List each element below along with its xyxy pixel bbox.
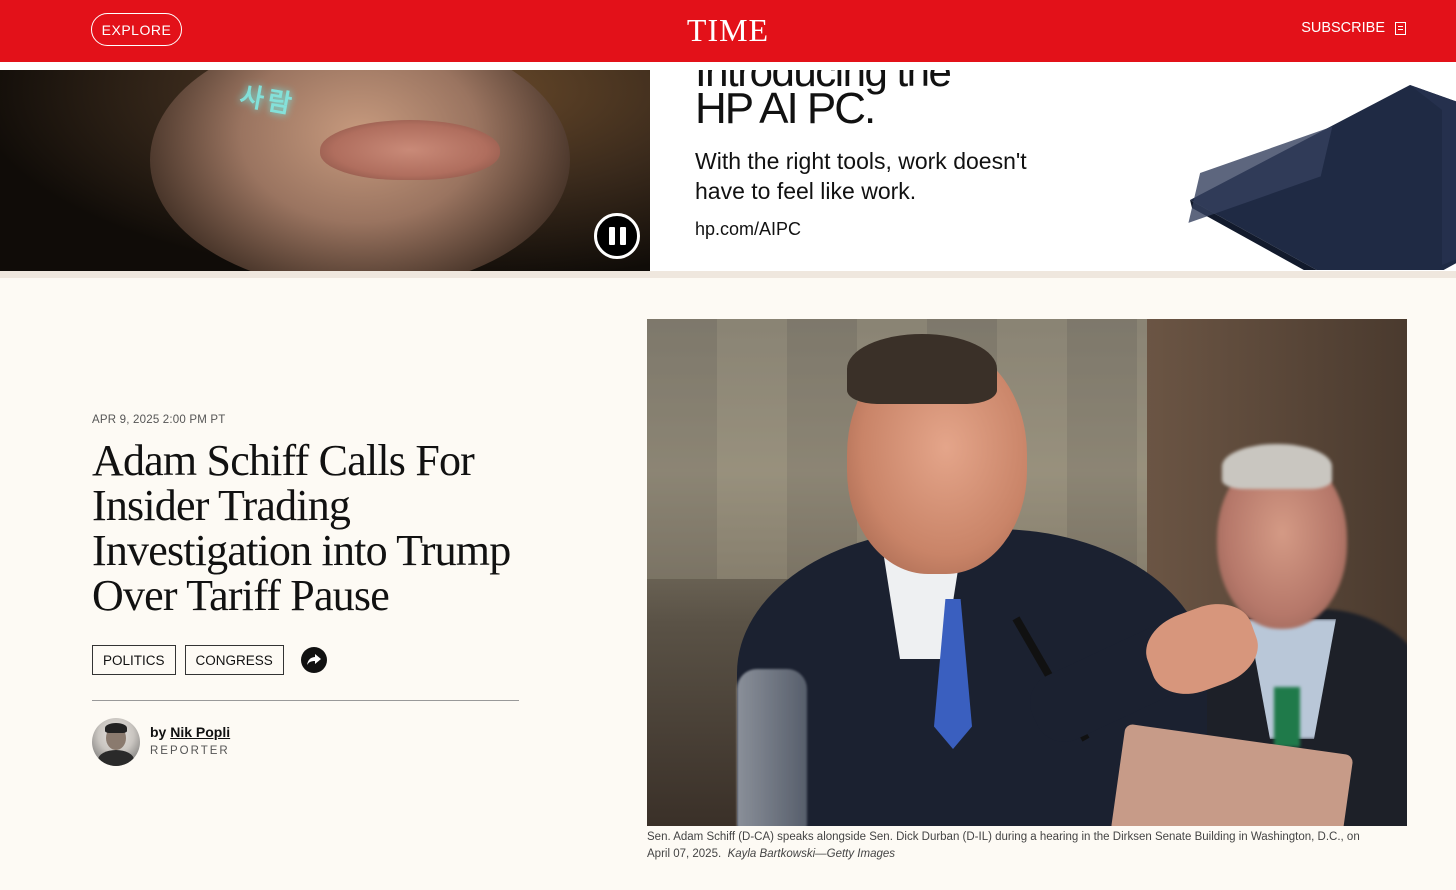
ad-lips-image xyxy=(320,120,500,180)
photo-credit: Kayla Bartkowski—Getty Images xyxy=(727,848,896,860)
avatar-hair xyxy=(105,723,127,733)
subscribe-label: SUBSCRIBE xyxy=(1301,20,1385,36)
photo-water-bottle xyxy=(737,669,807,826)
ad-url-link[interactable]: hp.com/AIPC xyxy=(695,219,801,240)
avatar-body xyxy=(98,750,134,766)
magazine-icon xyxy=(1395,21,1406,35)
ad-separator xyxy=(0,271,1456,278)
photo-durbin-tie xyxy=(1274,687,1300,747)
laptop-image xyxy=(1188,85,1456,270)
ad-body-text: With the right tools, work doesn't have … xyxy=(695,148,1027,204)
hp-advertisement[interactable]: 사람 Introducing the HP AI PC. With the ri… xyxy=(0,70,1456,271)
byline: by Nik Popli xyxy=(150,724,230,740)
site-header: EXPLORE TIME SUBSCRIBE xyxy=(0,0,1456,62)
logo-link[interactable]: TIME xyxy=(687,12,769,48)
article-date: APR 9, 2025 2:00 PM PT xyxy=(92,414,226,426)
share-arrow-icon xyxy=(306,654,321,665)
tag-politics[interactable]: POLITICS xyxy=(92,645,176,675)
share-button[interactable] xyxy=(300,647,327,673)
ad-headline: HP AI PC. xyxy=(695,84,876,133)
pause-icon-bar xyxy=(619,227,626,245)
byline-prefix: by xyxy=(150,724,167,740)
pause-button[interactable] xyxy=(594,213,640,259)
author-role: REPORTER xyxy=(150,745,230,757)
explore-button[interactable]: EXPLORE xyxy=(91,13,182,46)
photo-durbin-hair xyxy=(1222,444,1332,489)
subscribe-link[interactable]: SUBSCRIBE xyxy=(1301,20,1406,36)
time-logo: TIME xyxy=(0,12,1456,49)
photo-caption: Sen. Adam Schiff (D-CA) speaks alongside… xyxy=(647,829,1377,863)
pause-icon xyxy=(608,227,615,245)
ad-video[interactable]: 사람 xyxy=(0,70,650,271)
photo-schiff-hair xyxy=(847,334,997,404)
tag-list: POLITICS CONGRESS xyxy=(92,645,327,675)
author-link[interactable]: Nik Popli xyxy=(170,724,230,740)
ad-top-gap xyxy=(0,62,1456,70)
article-hero-photo xyxy=(647,319,1407,826)
byline-divider xyxy=(92,700,519,701)
tag-congress[interactable]: CONGRESS xyxy=(184,645,284,675)
author-avatar[interactable] xyxy=(92,718,140,766)
article-headline: Adam Schiff Calls For Insider Trading In… xyxy=(92,436,511,620)
